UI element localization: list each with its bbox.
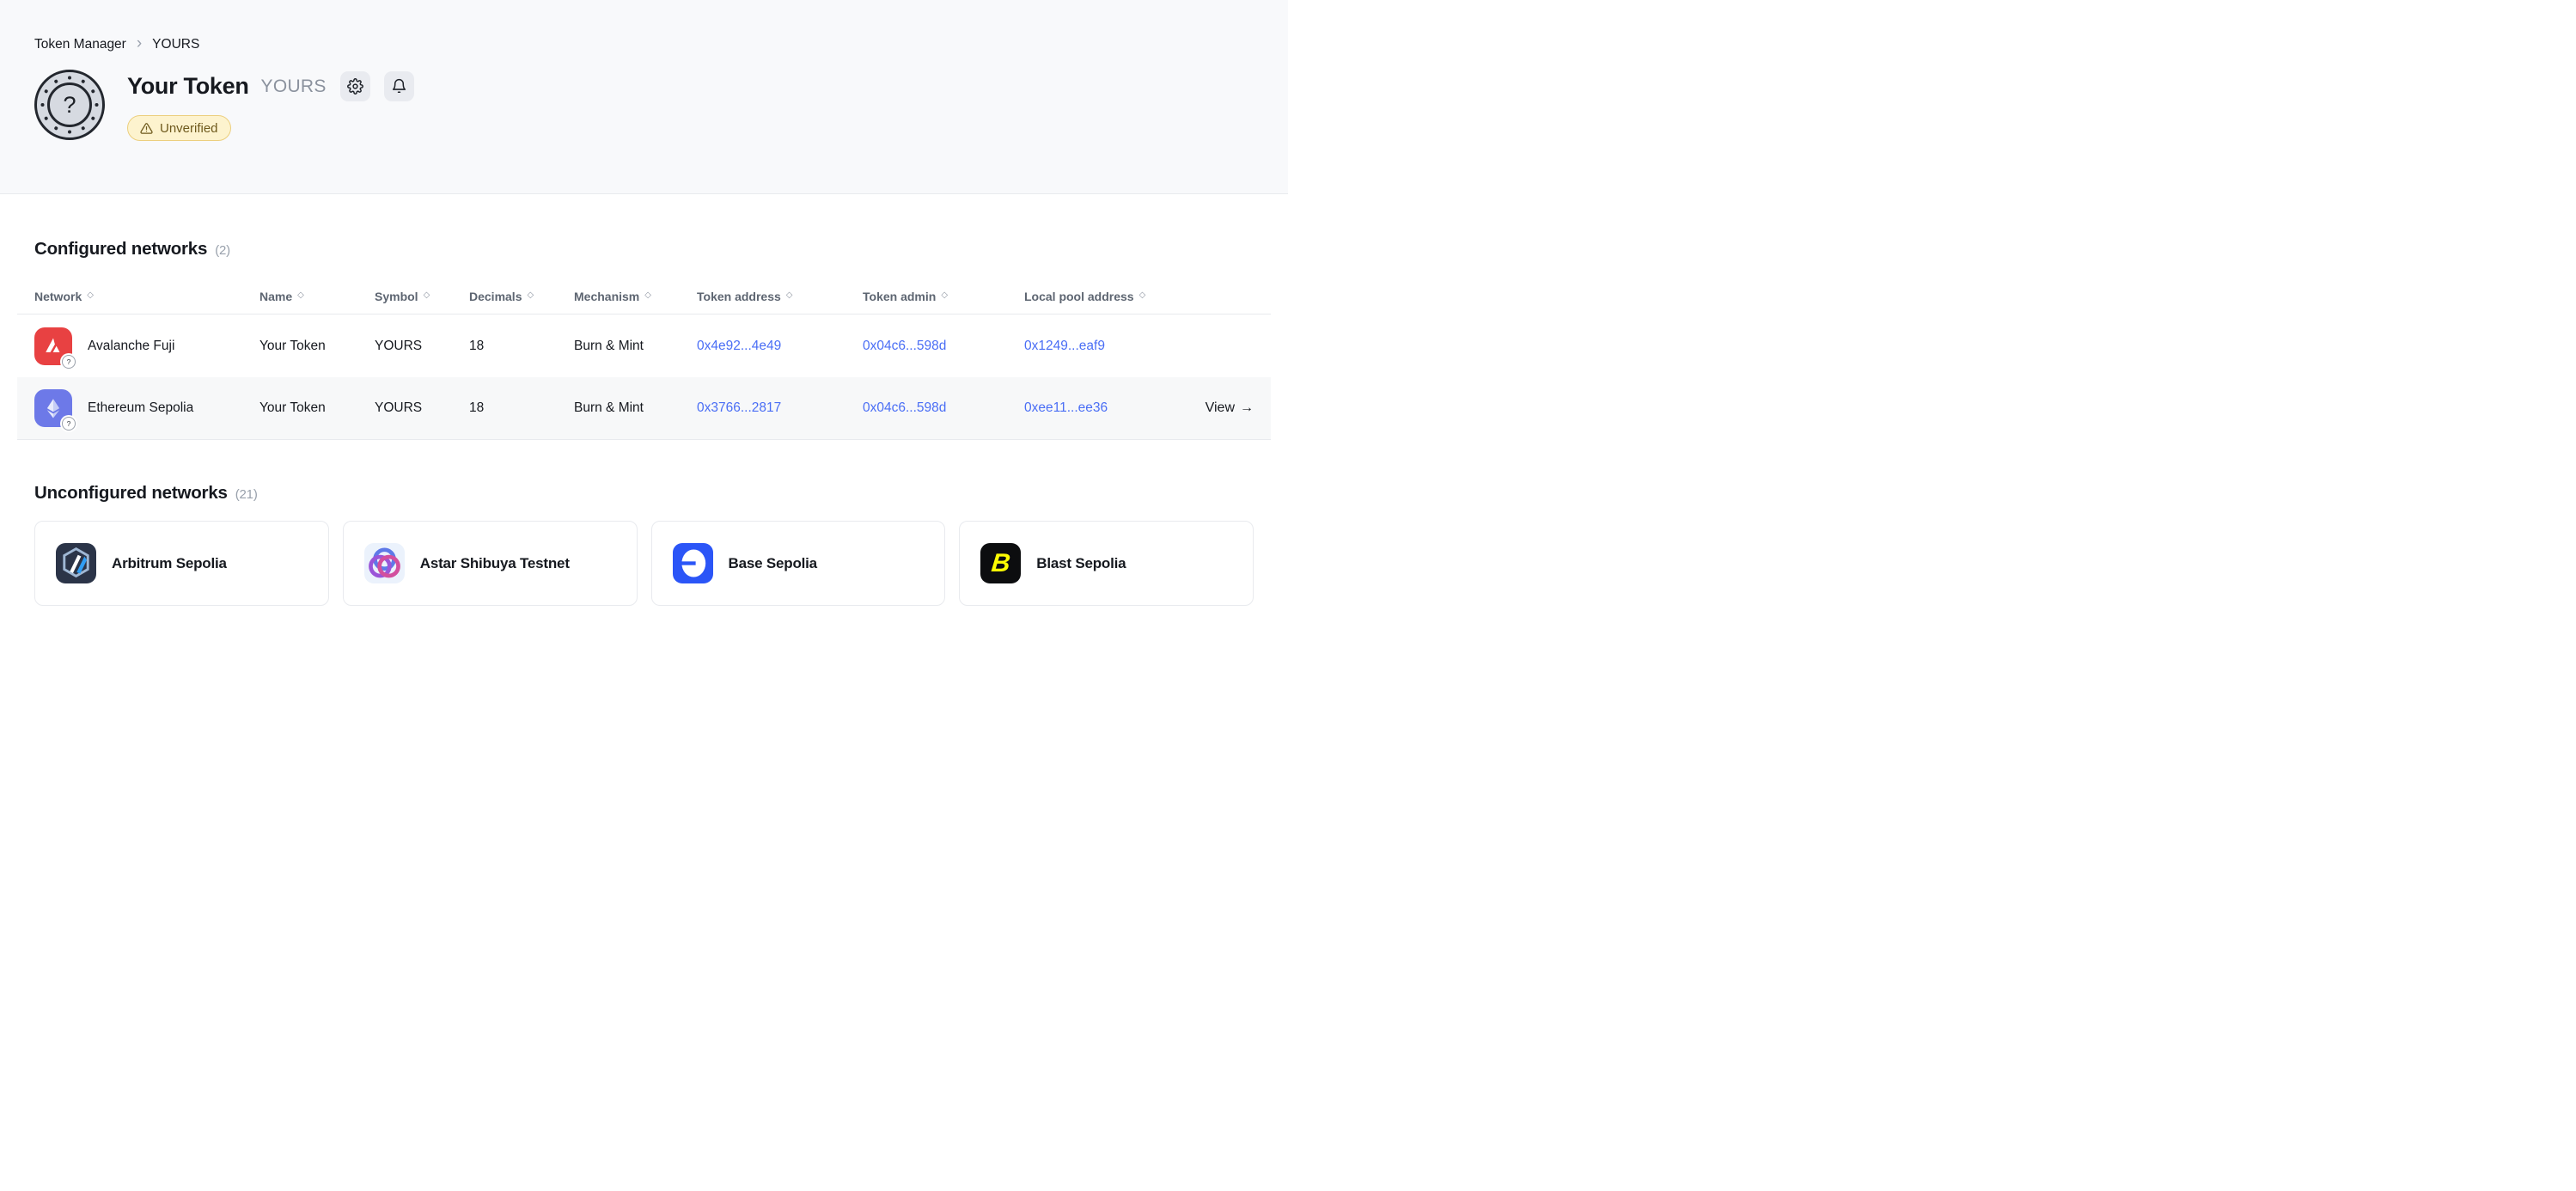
card-label: Blast Sepolia bbox=[1036, 555, 1126, 572]
local-pool-address-link[interactable]: 0xee11...ee36 bbox=[1024, 400, 1184, 416]
configured-networks-title: Configured networks (2) bbox=[34, 194, 1254, 260]
sort-icon: ◇ bbox=[87, 290, 94, 300]
breadcrumb: Token Manager › YOURS bbox=[34, 36, 1254, 52]
page-title: Your Token bbox=[127, 73, 249, 100]
token-address-link[interactable]: 0x3766...2817 bbox=[697, 400, 863, 416]
column-header-token-address[interactable]: Token address◇ bbox=[697, 290, 863, 303]
section-title-text: Unconfigured networks bbox=[34, 483, 228, 504]
cell-symbol: YOURS bbox=[375, 339, 469, 354]
token-header-section: Token Manager › YOURS ? Your Token YOURS bbox=[0, 0, 1288, 194]
table-row-avalanche-fuji[interactable]: ? Avalanche Fuji Your Token YOURS 18 Bur… bbox=[17, 315, 1271, 377]
avalanche-icon: ? bbox=[34, 327, 72, 365]
astar-icon bbox=[364, 543, 405, 583]
local-pool-address-link[interactable]: 0x1249...eaf9 bbox=[1024, 339, 1184, 354]
sort-icon: ◇ bbox=[527, 290, 534, 300]
token-admin-link[interactable]: 0x04c6...598d bbox=[863, 339, 1024, 354]
base-icon bbox=[673, 543, 713, 583]
card-label: Arbitrum Sepolia bbox=[112, 555, 227, 572]
cell-name: Your Token bbox=[259, 339, 375, 354]
cell-mechanism: Burn & Mint bbox=[574, 400, 697, 416]
token-symbol: YOURS bbox=[261, 76, 327, 97]
column-header-symbol[interactable]: Symbol◇ bbox=[375, 290, 469, 303]
view-link[interactable]: View→ bbox=[1206, 400, 1254, 415]
settings-button[interactable] bbox=[340, 71, 370, 101]
cell-decimals: 18 bbox=[469, 339, 574, 354]
token-address-link[interactable]: 0x4e92...4e49 bbox=[697, 339, 863, 354]
gear-icon bbox=[347, 78, 363, 95]
bell-icon bbox=[391, 78, 407, 95]
cell-decimals: 18 bbox=[469, 400, 574, 416]
unknown-token-coin-badge: ? bbox=[62, 355, 76, 369]
unknown-token-icon: ? bbox=[63, 92, 76, 119]
section-title-text: Configured networks bbox=[34, 239, 207, 260]
ethereum-icon: ? bbox=[34, 389, 72, 427]
table-header-row: Network◇ Name◇ Symbol◇ Decimals◇ Mechani… bbox=[17, 278, 1271, 315]
unverified-badge: Unverified bbox=[127, 115, 231, 141]
network-card-base-sepolia[interactable]: Base Sepolia bbox=[651, 521, 946, 606]
configured-count: (2) bbox=[215, 243, 230, 258]
avatar-inner-ring: ? bbox=[47, 82, 92, 127]
token-manager-page: Token Manager › YOURS ? Your Token YOURS bbox=[0, 0, 1288, 606]
network-card-blast-sepolia[interactable]: B Blast Sepolia bbox=[959, 521, 1254, 606]
sort-icon: ◇ bbox=[424, 290, 430, 300]
token-avatar: ? bbox=[34, 70, 105, 140]
cell-name: Your Token bbox=[259, 400, 375, 416]
column-header-decimals[interactable]: Decimals◇ bbox=[469, 290, 574, 303]
column-header-mechanism[interactable]: Mechanism◇ bbox=[574, 290, 697, 303]
table-row-ethereum-sepolia[interactable]: ? Ethereum Sepolia Your Token YOURS 18 B… bbox=[17, 377, 1271, 440]
warning-triangle-icon bbox=[140, 122, 153, 135]
sort-icon: ◇ bbox=[297, 290, 304, 300]
column-header-network[interactable]: Network◇ bbox=[34, 290, 259, 303]
column-header-name[interactable]: Name◇ bbox=[259, 290, 375, 303]
network-name: Avalanche Fuji bbox=[88, 339, 174, 354]
sort-icon: ◇ bbox=[786, 290, 793, 300]
breadcrumb-token-manager[interactable]: Token Manager bbox=[34, 37, 126, 52]
network-card-arbitrum-sepolia[interactable]: Arbitrum Sepolia bbox=[34, 521, 329, 606]
network-name: Ethereum Sepolia bbox=[88, 400, 193, 416]
token-admin-link[interactable]: 0x04c6...598d bbox=[863, 400, 1024, 416]
badge-label: Unverified bbox=[160, 121, 218, 136]
unknown-token-coin-badge: ? bbox=[62, 417, 76, 431]
breadcrumb-current: YOURS bbox=[152, 37, 199, 52]
sort-icon: ◇ bbox=[1139, 290, 1146, 300]
blast-icon: B bbox=[980, 543, 1021, 583]
configured-networks-section: Configured networks (2) Network◇ Name◇ S… bbox=[17, 194, 1271, 440]
breadcrumb-chevron-icon: › bbox=[137, 35, 142, 52]
sort-icon: ◇ bbox=[941, 290, 948, 300]
network-card-astar-shibuya-testnet[interactable]: Astar Shibuya Testnet bbox=[343, 521, 638, 606]
card-label: Astar Shibuya Testnet bbox=[420, 555, 570, 572]
unconfigured-network-cards: Arbitrum Sepolia Astar Shibuya Testnet bbox=[34, 521, 1254, 606]
unconfigured-count: (21) bbox=[235, 487, 258, 502]
column-header-token-admin[interactable]: Token admin◇ bbox=[863, 290, 1024, 303]
arbitrum-icon bbox=[56, 543, 96, 583]
arrow-right-icon: → bbox=[1240, 400, 1254, 415]
unconfigured-networks-section: Unconfigured networks (21) Arbitrum Sepo… bbox=[17, 440, 1271, 606]
cell-symbol: YOURS bbox=[375, 400, 469, 416]
notifications-button[interactable] bbox=[384, 71, 414, 101]
unconfigured-networks-title: Unconfigured networks (21) bbox=[34, 440, 1254, 504]
cell-mechanism: Burn & Mint bbox=[574, 339, 697, 354]
card-label: Base Sepolia bbox=[729, 555, 817, 572]
column-header-local-pool-address[interactable]: Local pool address◇ bbox=[1024, 290, 1184, 303]
sort-icon: ◇ bbox=[644, 290, 651, 300]
